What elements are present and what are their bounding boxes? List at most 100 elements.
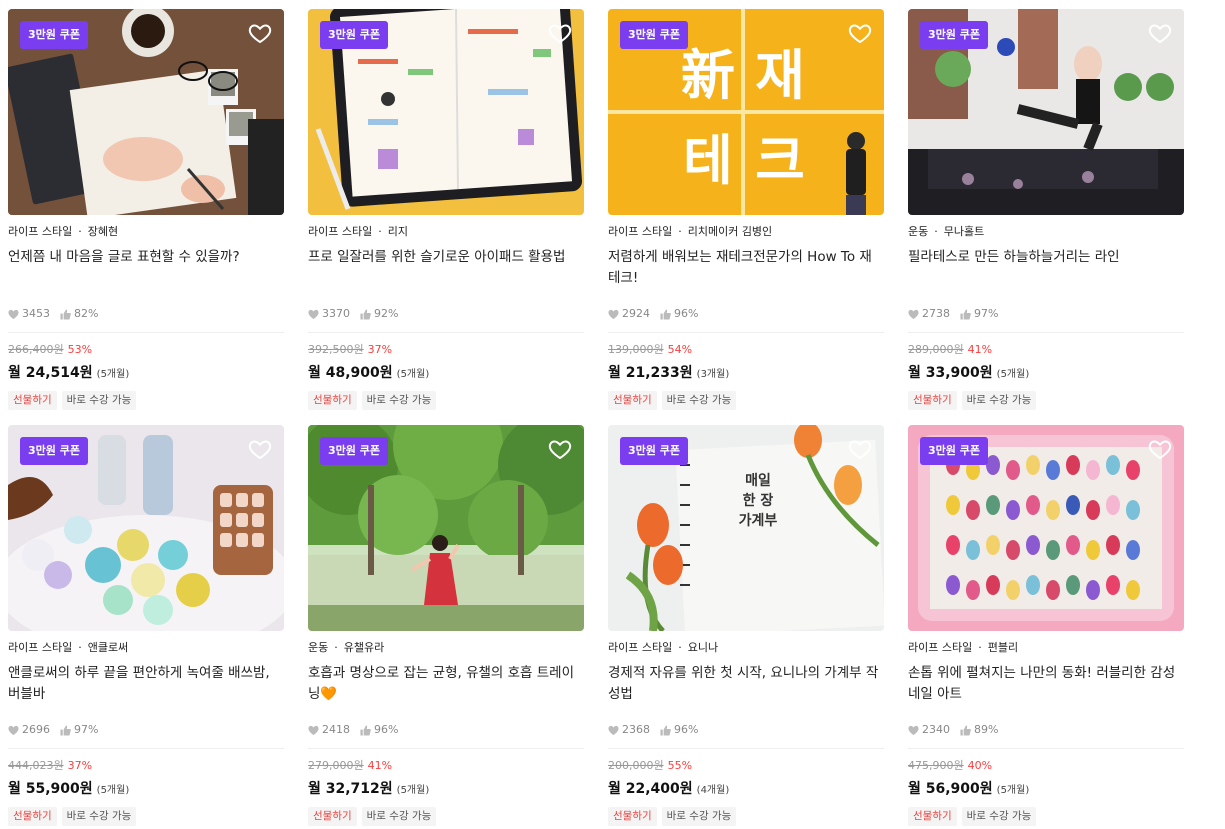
category: 운동 bbox=[308, 641, 329, 654]
class-title[interactable]: 프로 일잘러를 위한 슬기로운 아이패드 활용법 bbox=[308, 247, 584, 291]
class-card[interactable]: 新 재 테 크 3만원 쿠폰 라이프 스타일 · 리치메이커 김병인 저렴하게 배워… bbox=[608, 9, 884, 410]
divider bbox=[8, 332, 284, 333]
price-line: 139,000원 54% bbox=[608, 343, 884, 357]
satisfaction-rate: 96% bbox=[674, 723, 699, 736]
heart-small-icon bbox=[608, 725, 619, 736]
class-thumbnail[interactable]: 3만원 쿠폰 bbox=[8, 9, 284, 215]
gift-tag[interactable]: 선물하기 bbox=[908, 391, 957, 410]
thumbs-up-icon bbox=[660, 308, 671, 320]
class-card[interactable]: 3만원 쿠폰 운동 · 무나홀트 필라테스로 만든 하늘하늘거리는 라인 2738 … bbox=[908, 9, 1184, 410]
class-thumbnail[interactable]: 매일 한 장 가계부 3만원 쿠폰 bbox=[608, 425, 884, 631]
satisfaction-rate: 89% bbox=[974, 723, 999, 736]
heart-icon[interactable] bbox=[848, 437, 872, 461]
installment-months: (5개월) bbox=[396, 785, 430, 796]
installment-months: (5개월) bbox=[96, 369, 130, 380]
heart-icon[interactable] bbox=[248, 21, 272, 45]
heart-icon[interactable] bbox=[548, 437, 572, 461]
gift-tag[interactable]: 선물하기 bbox=[608, 807, 657, 826]
monthly-price: 월 33,900원 (5개월) bbox=[908, 363, 1184, 381]
class-title[interactable]: 저렴하게 배워보는 재테크전문가의 How To 재테크! bbox=[608, 247, 884, 291]
class-card[interactable]: 3만원 쿠폰 라이프 스타일 · 리지 프로 일잘러를 위한 슬기로운 아이패드 활… bbox=[308, 9, 584, 410]
original-price: 200,000원 bbox=[608, 759, 664, 772]
monthly-amount: 월 33,900원 bbox=[908, 365, 993, 381]
satisfaction-rate: 92% bbox=[374, 307, 399, 320]
class-title[interactable]: 필라테스로 만든 하늘하늘거리는 라인 bbox=[908, 247, 1184, 291]
monthly-price: 월 56,900원 (5개월) bbox=[908, 779, 1184, 797]
gift-tag[interactable]: 선물하기 bbox=[608, 391, 657, 410]
class-thumbnail[interactable]: 新 재 테 크 3만원 쿠폰 bbox=[608, 9, 884, 215]
creator[interactable]: 무나홀트 bbox=[944, 225, 984, 238]
class-stats: 2368 96% bbox=[608, 723, 884, 737]
category: 라이프 스타일 bbox=[608, 641, 673, 654]
available-now-tag: 바로 수강 가능 bbox=[61, 807, 137, 826]
monthly-price: 월 32,712원 (5개월) bbox=[308, 779, 584, 797]
gift-tag[interactable]: 선물하기 bbox=[908, 807, 957, 826]
available-now-tag: 바로 수강 가능 bbox=[961, 391, 1037, 410]
original-price: 279,000원 bbox=[308, 759, 364, 772]
available-now-tag: 바로 수강 가능 bbox=[361, 391, 437, 410]
original-price: 392,500원 bbox=[308, 343, 364, 356]
divider bbox=[8, 748, 284, 749]
coupon-badge: 3만원 쿠폰 bbox=[320, 437, 388, 465]
monthly-amount: 월 55,900원 bbox=[8, 781, 93, 797]
satisfaction-rate: 97% bbox=[974, 307, 999, 320]
heart-icon[interactable] bbox=[1148, 21, 1172, 45]
discount-rate: 41% bbox=[367, 759, 393, 772]
price-line: 392,500원 37% bbox=[308, 343, 584, 357]
class-title[interactable]: 앤클로써의 하루 끝을 편안하게 녹여줄 배쓰밤, 버블바 bbox=[8, 663, 284, 707]
monthly-amount: 월 21,233원 bbox=[608, 365, 693, 381]
thumbs-up-icon bbox=[360, 308, 371, 320]
creator[interactable]: 앤클로써 bbox=[88, 641, 128, 654]
class-title[interactable]: 호흡과 명상으로 잡는 균형, 유챌의 호흡 트레이닝🧡 bbox=[308, 663, 584, 707]
class-thumbnail[interactable]: 3만원 쿠폰 bbox=[908, 9, 1184, 215]
creator[interactable]: 유챌유라 bbox=[344, 641, 384, 654]
thumbs-up-icon bbox=[660, 724, 671, 736]
class-thumbnail[interactable]: 3만원 쿠폰 bbox=[8, 425, 284, 631]
class-card[interactable]: 3만원 쿠폰 운동 · 유챌유라 호흡과 명상으로 잡는 균형, 유챌의 호흡 트레… bbox=[308, 425, 584, 826]
class-card[interactable]: 3만원 쿠폰 라이프 스타일 · 장혜현 언제쯤 내 마음을 글로 표현할 수 있을… bbox=[8, 9, 284, 410]
gift-tag[interactable]: 선물하기 bbox=[8, 391, 57, 410]
category: 라이프 스타일 bbox=[308, 225, 373, 238]
creator[interactable]: 편블리 bbox=[988, 641, 1018, 654]
monthly-price: 월 21,233원 (3개월) bbox=[608, 363, 884, 381]
monthly-price: 월 48,900원 (5개월) bbox=[308, 363, 584, 381]
divider bbox=[908, 332, 1184, 333]
monthly-price: 월 55,900원 (5개월) bbox=[8, 779, 284, 797]
heart-icon[interactable] bbox=[548, 21, 572, 45]
heart-icon[interactable] bbox=[848, 21, 872, 45]
class-thumbnail[interactable]: 3만원 쿠폰 bbox=[908, 425, 1184, 631]
creator[interactable]: 리지 bbox=[388, 225, 408, 238]
creator[interactable]: 장혜현 bbox=[88, 225, 118, 238]
installment-months: (3개월) bbox=[696, 369, 730, 380]
coupon-badge: 3만원 쿠폰 bbox=[20, 437, 88, 465]
class-meta: 라이프 스타일 · 앤클로써 bbox=[8, 641, 129, 654]
heart-icon[interactable] bbox=[1148, 437, 1172, 461]
heart-icon[interactable] bbox=[248, 437, 272, 461]
class-title[interactable]: 언제쯤 내 마음을 글로 표현할 수 있을까? bbox=[8, 247, 284, 291]
class-card[interactable]: 매일 한 장 가계부 3만원 쿠폰 라이프 스타일 · 요니나 경제적 자유를 위한… bbox=[608, 425, 884, 826]
class-thumbnail[interactable]: 3만원 쿠폰 bbox=[308, 9, 584, 215]
satisfaction-rate: 82% bbox=[74, 307, 99, 320]
class-title[interactable]: 경제적 자유를 위한 첫 시작, 요니나의 가계부 작성법 bbox=[608, 663, 884, 707]
like-count: 2418 bbox=[322, 723, 350, 736]
class-stats: 2924 96% bbox=[608, 307, 884, 321]
gift-tag[interactable]: 선물하기 bbox=[308, 391, 357, 410]
image-text-2: 한 장 bbox=[743, 492, 774, 509]
installment-months: (5개월) bbox=[96, 785, 130, 796]
class-stats: 2418 96% bbox=[308, 723, 584, 737]
class-meta: 라이프 스타일 · 요니나 bbox=[608, 641, 719, 654]
class-card[interactable]: 3만원 쿠폰 라이프 스타일 · 앤클로써 앤클로써의 하루 끝을 편안하게 녹여줄… bbox=[8, 425, 284, 826]
tag-list: 선물하기 바로 수강 가능 bbox=[908, 807, 1184, 826]
installment-months: (5개월) bbox=[996, 369, 1030, 380]
creator[interactable]: 리치메이커 김병인 bbox=[688, 225, 772, 238]
gift-tag[interactable]: 선물하기 bbox=[8, 807, 57, 826]
image-text-3: 가계부 bbox=[739, 513, 778, 529]
heart-small-icon bbox=[308, 725, 319, 736]
price-line: 289,000원 41% bbox=[908, 343, 1184, 357]
class-thumbnail[interactable]: 3만원 쿠폰 bbox=[308, 425, 584, 631]
category: 라이프 스타일 bbox=[608, 225, 673, 238]
gift-tag[interactable]: 선물하기 bbox=[308, 807, 357, 826]
class-title[interactable]: 손톱 위에 펼쳐지는 나만의 동화! 러블리한 감성 네일 아트 bbox=[908, 663, 1184, 707]
class-card[interactable]: 3만원 쿠폰 라이프 스타일 · 편블리 손톱 위에 펼쳐지는 나만의 동화! 러블… bbox=[908, 425, 1184, 826]
creator[interactable]: 요니나 bbox=[688, 641, 718, 654]
